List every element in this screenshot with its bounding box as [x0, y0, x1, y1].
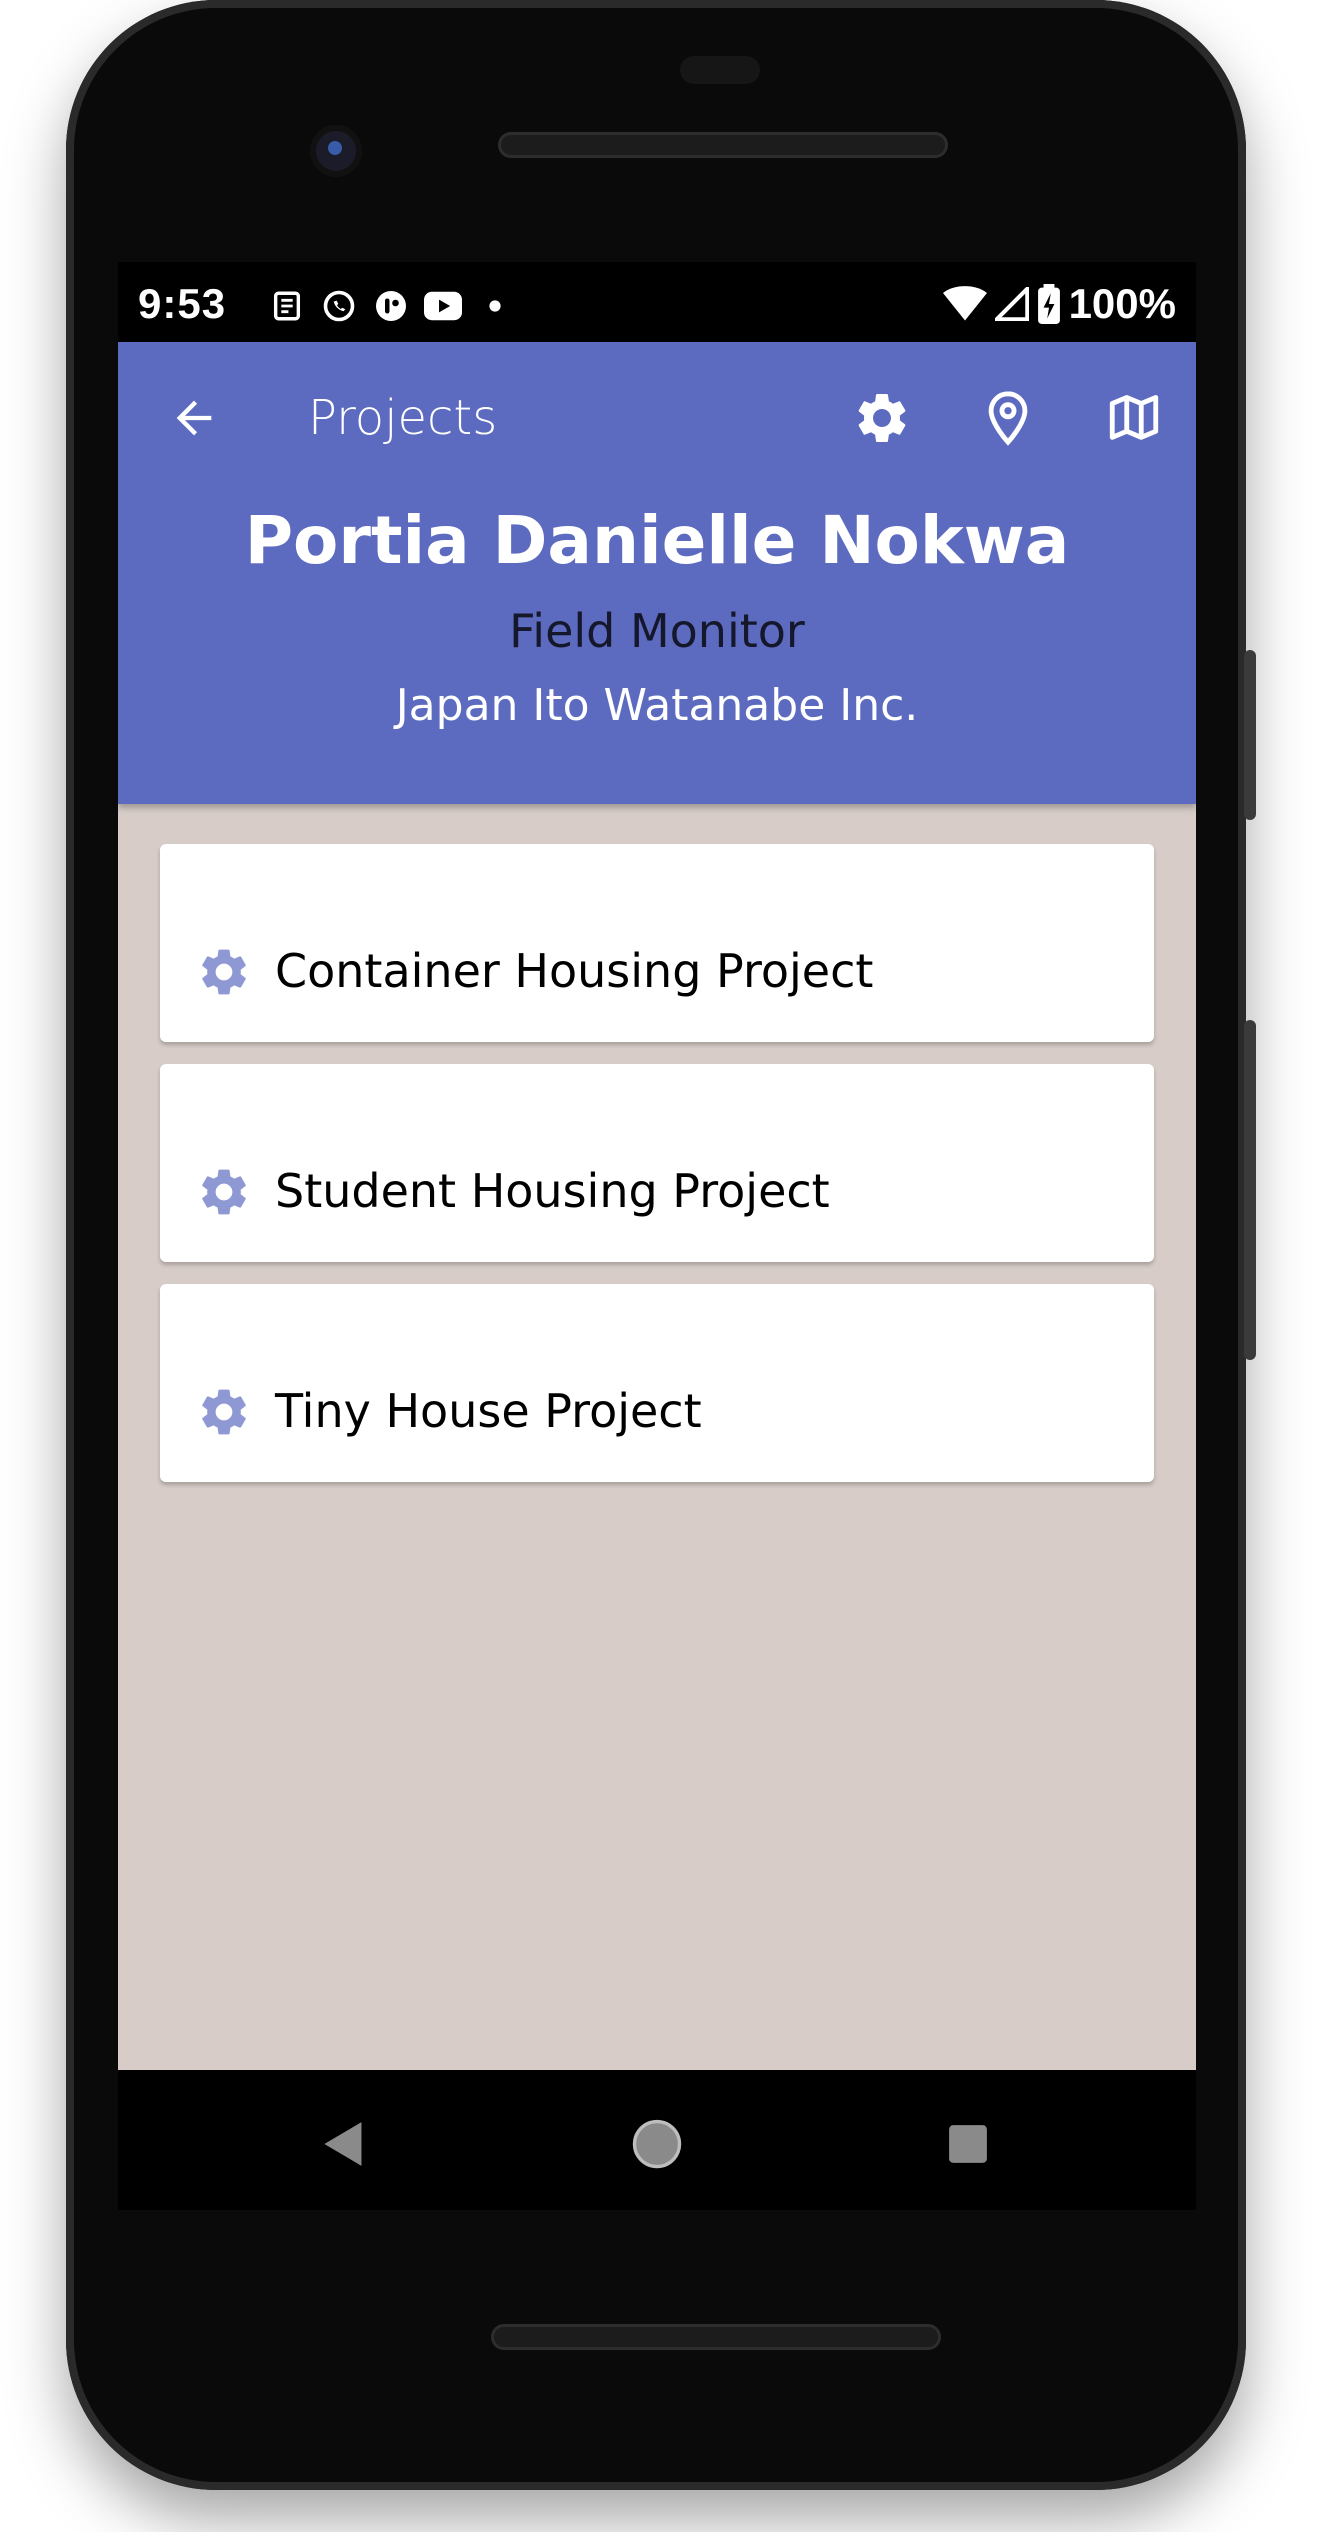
location-pin-icon	[988, 391, 1028, 446]
volume-button	[1244, 1020, 1256, 1360]
gear-icon	[194, 942, 254, 1002]
project-label: Student Housing Project	[275, 1164, 830, 1218]
front-camera	[310, 125, 362, 177]
news-icon	[268, 288, 306, 324]
app-header: Projects Portia Danielle Nokwa Field Mon…	[118, 342, 1196, 804]
front-sensor	[680, 56, 760, 84]
arrow-back-icon	[176, 400, 212, 436]
power-button	[1244, 650, 1256, 820]
status-bar: 9:53 100%	[118, 262, 1196, 342]
location-button[interactable]	[972, 382, 1044, 454]
map-icon	[1109, 395, 1159, 440]
signal-icon	[994, 287, 1029, 321]
toolbar-title: Projects	[308, 390, 498, 446]
settings-button[interactable]	[846, 382, 918, 454]
app-icon	[372, 288, 410, 324]
notification-icons	[268, 286, 514, 326]
user-organization: Japan Ito Watanabe Inc.	[395, 680, 919, 731]
whatsapp-icon	[320, 288, 358, 324]
nav-recents-button[interactable]	[932, 2108, 1004, 2180]
project-list: Container Housing Project Student Housin…	[160, 844, 1154, 1504]
circle-home-icon	[632, 2119, 682, 2169]
status-time: 9:53	[138, 280, 227, 327]
toolbar: Projects	[118, 342, 1196, 492]
settings-icon	[858, 394, 906, 442]
nav-back-button[interactable]	[308, 2108, 380, 2180]
triangle-back-icon	[324, 2122, 362, 2166]
project-label: Container Housing Project	[275, 944, 874, 998]
project-card[interactable]: Container Housing Project	[160, 844, 1154, 1042]
square-recents-icon	[949, 2125, 987, 2163]
nav-home-button[interactable]	[621, 2108, 693, 2180]
youtube-icon	[424, 288, 462, 324]
bottom-speaker	[491, 2324, 941, 2350]
gear-icon	[194, 1382, 254, 1442]
battery-icon	[1037, 284, 1060, 324]
gear-icon	[194, 1162, 254, 1222]
project-label: Tiny House Project	[275, 1384, 702, 1438]
wifi-icon	[942, 286, 987, 321]
battery-percentage: 100%	[1068, 280, 1176, 327]
dot-icon	[476, 288, 514, 324]
earpiece-speaker	[498, 132, 948, 158]
back-button[interactable]	[158, 382, 230, 454]
user-role: Field Monitor	[509, 604, 805, 658]
project-card[interactable]: Student Housing Project	[160, 1064, 1154, 1262]
navigation-bar	[118, 2070, 1196, 2210]
screen: Projects Portia Danielle Nokwa Field Mon…	[118, 262, 1196, 2070]
system-indicators: 100%	[942, 280, 1176, 328]
map-button[interactable]	[1098, 382, 1170, 454]
project-card[interactable]: Tiny House Project	[160, 1284, 1154, 1482]
user-name: Portia Danielle Nokwa	[244, 502, 1070, 579]
